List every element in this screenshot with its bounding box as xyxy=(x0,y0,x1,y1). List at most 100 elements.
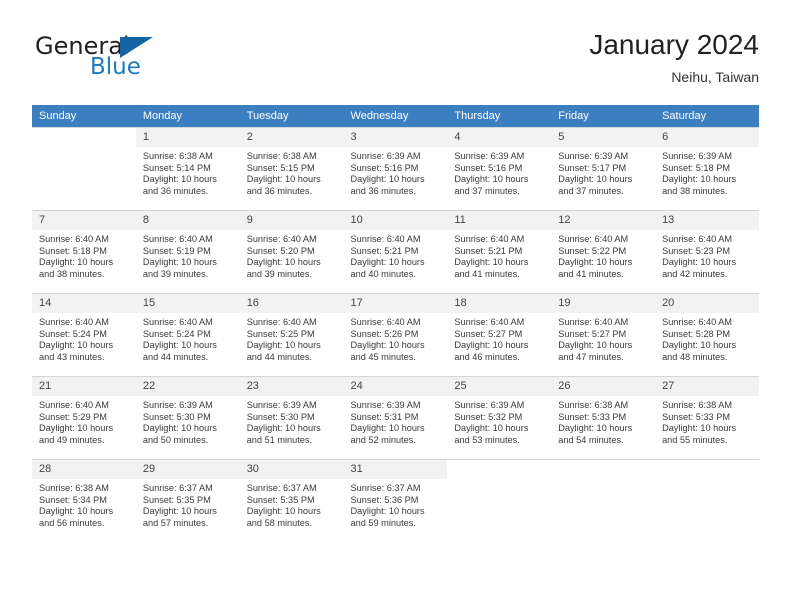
page-title: January 2024 xyxy=(589,29,759,60)
day-info-daylight2: and 45 minutes. xyxy=(350,351,416,362)
day-info-sunset: Sunset: 5:15 PM xyxy=(246,162,315,173)
day-info-sunset: Sunset: 5:29 PM xyxy=(39,411,107,422)
calendar-day-cell: 28 Sunrise: 6:38 AM Sunset: 5:34 PM Dayligh… xyxy=(32,459,136,542)
day-info-sunset: Sunset: 5:14 PM xyxy=(142,162,211,173)
day-number: 12 xyxy=(551,211,656,230)
calendar-day[interactable]: 3 Sunrise: 6:39 AM Sunset: 5:16 PM Daylight… xyxy=(343,127,448,210)
calendar-day[interactable]: 19 Sunrise: 6:40 AM Sunset: 5:27 PM Dayligh… xyxy=(551,293,656,376)
day-info-daylight1: Daylight: 10 hours xyxy=(142,257,217,268)
day-number: 14 xyxy=(32,294,136,313)
day-info-daylight1: Daylight: 10 hours xyxy=(246,340,321,351)
calendar-day[interactable]: 12 Sunrise: 6:40 AM Sunset: 5:22 PM Dayligh… xyxy=(551,210,656,293)
calendar-day[interactable]: 14 Sunrise: 6:40 AM Sunset: 5:24 PM Dayligh… xyxy=(32,293,136,376)
calendar-day[interactable]: 24 Sunrise: 6:39 AM Sunset: 5:31 PM Dayligh… xyxy=(343,376,448,459)
calendar-day[interactable]: 15 Sunrise: 6:40 AM Sunset: 5:24 PM Dayligh… xyxy=(135,293,240,376)
calendar-day[interactable]: 7 Sunrise: 6:40 AM Sunset: 5:18 PM Daylight… xyxy=(32,210,136,293)
day-info-daylight2: and 41 minutes. xyxy=(454,268,520,279)
day-sun-info: Sunrise: 6:40 AM Sunset: 5:23 PM Daylight:… xyxy=(655,230,759,280)
day-info-sunset: Sunset: 5:16 PM xyxy=(350,162,419,173)
day-info-sunrise: Sunrise: 6:38 AM xyxy=(558,400,629,410)
day-info-sunrise: Sunrise: 6:40 AM xyxy=(142,317,213,327)
day-sun-info: Sunrise: 6:38 AM Sunset: 5:15 PM Daylight:… xyxy=(240,147,344,197)
day-sun-info: Sunrise: 6:40 AM Sunset: 5:25 PM Daylight:… xyxy=(240,313,344,363)
calendar-day[interactable]: 29 Sunrise: 6:37 AM Sunset: 5:35 PM Dayligh… xyxy=(135,459,240,542)
day-number: 5 xyxy=(551,128,656,147)
calendar-day[interactable]: 9 Sunrise: 6:40 AM Sunset: 5:20 PM Daylight… xyxy=(239,210,344,293)
calendar-day[interactable]: 5 Sunrise: 6:39 AM Sunset: 5:17 PM Daylight… xyxy=(551,127,656,210)
calendar-day[interactable]: 23 Sunrise: 6:39 AM Sunset: 5:30 PM Dayligh… xyxy=(239,376,344,459)
calendar-day-cell: 12 Sunrise: 6:40 AM Sunset: 5:22 PM Dayligh… xyxy=(551,210,656,293)
day-sun-info: Sunrise: 6:40 AM Sunset: 5:24 PM Daylight:… xyxy=(32,313,136,363)
day-info-sunset: Sunset: 5:21 PM xyxy=(350,245,419,256)
day-sun-info: Sunrise: 6:40 AM Sunset: 5:18 PM Daylight:… xyxy=(32,230,136,280)
day-info-daylight1: Daylight: 10 hours xyxy=(142,340,217,351)
day-info-daylight2: and 38 minutes. xyxy=(39,268,105,279)
day-info-sunrise: Sunrise: 6:38 AM xyxy=(662,400,733,410)
day-info-daylight2: and 47 minutes. xyxy=(558,351,624,362)
day-sun-info: Sunrise: 6:38 AM Sunset: 5:33 PM Daylight:… xyxy=(551,396,655,446)
day-info-sunrise: Sunrise: 6:38 AM xyxy=(246,151,317,161)
calendar-day[interactable]: 28 Sunrise: 6:38 AM Sunset: 5:34 PM Dayligh… xyxy=(32,459,136,542)
day-info-sunset: Sunset: 5:27 PM xyxy=(454,328,523,339)
calendar-day[interactable]: 16 Sunrise: 6:40 AM Sunset: 5:25 PM Dayligh… xyxy=(239,293,344,376)
day-info-sunrise: Sunrise: 6:39 AM xyxy=(142,400,213,410)
day-number: 22 xyxy=(135,377,240,396)
day-number: 9 xyxy=(239,211,344,230)
calendar-day[interactable]: 31 Sunrise: 6:37 AM Sunset: 5:36 PM Dayligh… xyxy=(343,459,448,542)
general-blue-logo[interactable]: General Blue xyxy=(32,32,252,94)
calendar-day[interactable]: 11 Sunrise: 6:40 AM Sunset: 5:21 PM Dayligh… xyxy=(447,210,552,293)
calendar-day[interactable]: 21 Sunrise: 6:40 AM Sunset: 5:29 PM Dayligh… xyxy=(32,376,136,459)
day-info-daylight2: and 37 minutes. xyxy=(454,185,520,196)
day-info-daylight1: Daylight: 10 hours xyxy=(246,174,321,185)
day-info-daylight2: and 42 minutes. xyxy=(662,268,728,279)
title-block: January 2024 Neihu, Taiwan xyxy=(589,28,759,87)
calendar-week-row: 7 Sunrise: 6:40 AM Sunset: 5:18 PM Daylight… xyxy=(32,210,759,293)
day-number: 11 xyxy=(447,211,552,230)
day-sun-info: Sunrise: 6:37 AM Sunset: 5:35 PM Daylight:… xyxy=(136,479,240,529)
calendar-day[interactable]: 10 Sunrise: 6:40 AM Sunset: 5:21 PM Dayligh… xyxy=(343,210,448,293)
calendar-day[interactable]: 13 Sunrise: 6:40 AM Sunset: 5:23 PM Dayligh… xyxy=(655,210,759,293)
day-info-daylight1: Daylight: 10 hours xyxy=(142,423,217,434)
day-info-daylight2: and 57 minutes. xyxy=(142,517,209,528)
calendar-day[interactable]: 6 Sunrise: 6:39 AM Sunset: 5:18 PM Daylight… xyxy=(655,127,759,210)
calendar-day-cell: 11 Sunrise: 6:40 AM Sunset: 5:21 PM Dayligh… xyxy=(447,210,552,293)
day-info-daylight2: and 37 minutes. xyxy=(558,185,624,196)
day-info-daylight2: and 39 minutes. xyxy=(246,268,313,279)
day-sun-info: Sunrise: 6:38 AM Sunset: 5:34 PM Daylight:… xyxy=(32,479,136,529)
calendar-header-row: Sunday Monday Tuesday Wednesday Thursday… xyxy=(32,105,759,127)
calendar-day-cell: 30 Sunrise: 6:37 AM Sunset: 5:35 PM Dayligh… xyxy=(239,459,344,542)
calendar-day[interactable]: 30 Sunrise: 6:37 AM Sunset: 5:35 PM Dayligh… xyxy=(239,459,344,542)
day-info-sunrise: Sunrise: 6:40 AM xyxy=(39,234,109,244)
day-sun-info: Sunrise: 6:40 AM Sunset: 5:21 PM Daylight:… xyxy=(344,230,448,280)
calendar-day[interactable]: 25 Sunrise: 6:39 AM Sunset: 5:32 PM Dayligh… xyxy=(447,376,552,459)
day-info-daylight1: Daylight: 10 hours xyxy=(558,340,633,351)
calendar-day[interactable]: 20 Sunrise: 6:40 AM Sunset: 5:28 PM Dayligh… xyxy=(655,293,759,376)
day-info-sunset: Sunset: 5:20 PM xyxy=(246,245,315,256)
calendar-day[interactable]: 1 Sunrise: 6:38 AM Sunset: 5:14 PM Daylight… xyxy=(135,127,240,210)
calendar-day[interactable]: 18 Sunrise: 6:40 AM Sunset: 5:27 PM Dayligh… xyxy=(447,293,552,376)
calendar-week-row: 14 Sunrise: 6:40 AM Sunset: 5:24 PM Dayligh… xyxy=(32,293,759,376)
day-sun-info: Sunrise: 6:40 AM Sunset: 5:19 PM Daylight:… xyxy=(136,230,240,280)
calendar-day[interactable]: 2 Sunrise: 6:38 AM Sunset: 5:15 PM Daylight… xyxy=(239,127,344,210)
calendar-day[interactable]: 27 Sunrise: 6:38 AM Sunset: 5:33 PM Dayligh… xyxy=(655,376,759,459)
calendar-day[interactable]: 8 Sunrise: 6:40 AM Sunset: 5:19 PM Daylight… xyxy=(135,210,240,293)
day-info-sunset: Sunset: 5:34 PM xyxy=(39,494,107,505)
calendar-day[interactable]: 17 Sunrise: 6:40 AM Sunset: 5:26 PM Dayligh… xyxy=(343,293,448,376)
calendar-day[interactable]: 22 Sunrise: 6:39 AM Sunset: 5:30 PM Dayligh… xyxy=(135,376,240,459)
day-info-daylight1: Daylight: 10 hours xyxy=(558,423,633,434)
calendar-day-cell: 10 Sunrise: 6:40 AM Sunset: 5:21 PM Dayligh… xyxy=(343,210,448,293)
day-number: 8 xyxy=(135,211,240,230)
calendar-day-cell: 27 Sunrise: 6:38 AM Sunset: 5:33 PM Dayligh… xyxy=(655,376,759,459)
calendar-empty-cell xyxy=(32,127,136,210)
calendar-day[interactable]: 26 Sunrise: 6:38 AM Sunset: 5:33 PM Dayligh… xyxy=(551,376,656,459)
day-info-daylight1: Daylight: 10 hours xyxy=(246,506,321,517)
day-info-daylight1: Daylight: 10 hours xyxy=(350,423,425,434)
day-sun-info: Sunrise: 6:40 AM Sunset: 5:29 PM Daylight:… xyxy=(32,396,136,446)
calendar-day[interactable]: 4 Sunrise: 6:39 AM Sunset: 5:16 PM Daylight… xyxy=(447,127,552,210)
day-info-sunset: Sunset: 5:30 PM xyxy=(246,411,315,422)
day-sun-info: Sunrise: 6:38 AM Sunset: 5:14 PM Daylight:… xyxy=(136,147,240,197)
day-number: 25 xyxy=(447,377,552,396)
day-sun-info: Sunrise: 6:39 AM Sunset: 5:16 PM Daylight:… xyxy=(447,147,551,197)
day-sun-info: Sunrise: 6:40 AM Sunset: 5:27 PM Daylight:… xyxy=(551,313,655,363)
day-number: 29 xyxy=(135,460,240,479)
